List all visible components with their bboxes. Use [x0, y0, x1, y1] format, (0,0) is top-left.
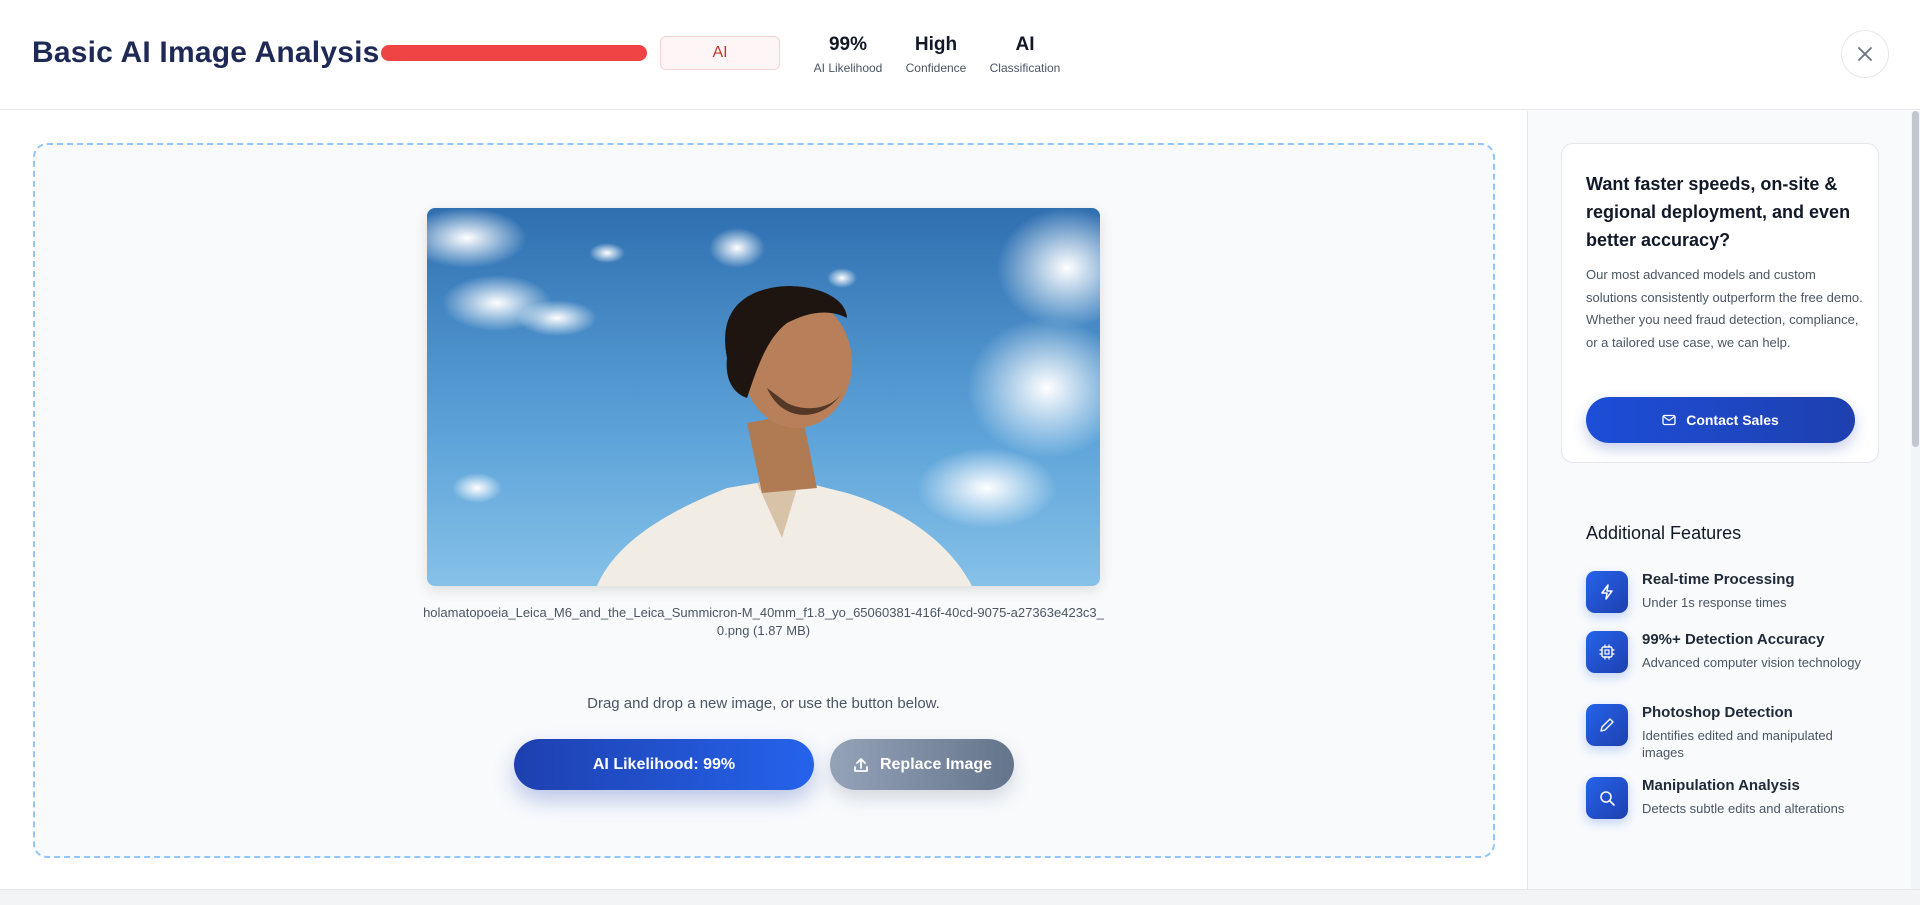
contact-sales-button[interactable]: Contact Sales — [1586, 397, 1855, 443]
scrollbar-thumb[interactable] — [1912, 111, 1919, 447]
feature-title: 99%+ Detection Accuracy — [1642, 631, 1825, 648]
feature-title: Manipulation Analysis — [1642, 777, 1800, 794]
stat-label: Classification — [989, 61, 1061, 75]
preview-photo — [427, 208, 1100, 586]
stat-classification: AI Classification — [988, 34, 1062, 75]
scrollbar[interactable] — [1911, 111, 1920, 889]
chip-icon — [1586, 631, 1628, 673]
header: Basic AI Image Analysis AI 99% AI Likeli… — [0, 0, 1920, 110]
stat-ai-likelihood: 99% AI Likelihood — [810, 34, 886, 75]
features-title: Additional Features — [1586, 523, 1742, 543]
feature-desc: Identifies edited and manipulated images — [1642, 728, 1833, 760]
sidebar: Want faster speeds, on-site & regional d… — [1527, 111, 1920, 889]
sales-promo-card: Want faster speeds, on-site & regional d… — [1561, 143, 1879, 463]
stat-label: AI Likelihood — [813, 61, 883, 75]
mail-icon — [1662, 414, 1676, 426]
feature-item: 99%+ Detection Accuracy Advanced compute… — [1586, 631, 1886, 691]
stat-value: High — [914, 34, 958, 55]
dropzone-hint: Drag and drop a new image, or use the bu… — [587, 695, 940, 712]
verdict-badge: AI — [660, 36, 780, 70]
close-icon — [1858, 47, 1872, 61]
page-title: Basic AI Image Analysis — [32, 36, 380, 69]
feature-desc: Detects subtle edits and alterations — [1642, 801, 1845, 816]
replace-image-label: Replace Image — [879, 755, 993, 773]
feature-item: Real-time Processing Under 1s response t… — [1586, 571, 1886, 631]
ai-likelihood-meter — [381, 45, 647, 61]
stat-value: 99% — [828, 34, 868, 55]
stat-label: Confidence — [905, 61, 967, 75]
bottom-strip — [0, 889, 1920, 905]
image-preview — [427, 208, 1100, 586]
stat-value: AI — [1015, 34, 1035, 55]
pencil-icon — [1586, 704, 1628, 746]
promo-body: Our most advanced models and custom solu… — [1586, 267, 1863, 350]
feature-desc: Under 1s response times — [1642, 595, 1787, 610]
stat-confidence: High Confidence — [902, 34, 970, 75]
lightning-icon — [1586, 571, 1628, 613]
contact-sales-label: Contact Sales — [1686, 412, 1779, 428]
image-filename: holamatopoeia_Leica_M6_and_the_Leica_Sum… — [423, 605, 1104, 638]
promo-title: Want faster speeds, on-site & regional d… — [1586, 174, 1851, 250]
replace-image-button[interactable]: Replace Image — [830, 739, 1014, 790]
feature-item: Manipulation Analysis Detects subtle edi… — [1586, 777, 1886, 837]
feature-title: Photoshop Detection — [1642, 704, 1793, 721]
feature-item: Photoshop Detection Identifies edited an… — [1586, 704, 1886, 764]
feature-desc: Advanced computer vision technology — [1642, 655, 1861, 670]
close-button[interactable] — [1841, 30, 1889, 78]
feature-title: Real-time Processing — [1642, 571, 1795, 588]
search-icon — [1586, 777, 1628, 819]
ai-likelihood-button[interactable]: AI Likelihood: 99% — [514, 739, 814, 790]
upload-icon — [854, 757, 868, 772]
